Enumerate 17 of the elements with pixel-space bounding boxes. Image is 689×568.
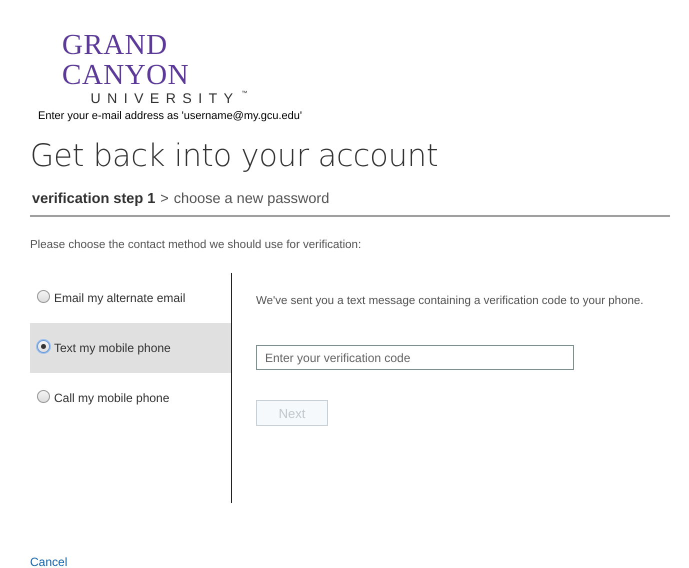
contact-method-option[interactable]: Text my mobile phone (30, 323, 231, 373)
radio-button[interactable] (37, 340, 50, 352)
radio-button[interactable] (37, 290, 50, 302)
contact-method-option[interactable]: Call my mobile phone (30, 373, 231, 423)
sent-code-message: We've sent you a text message containing a verification code to your phone. (256, 295, 644, 307)
page-heading: Get back into your account (30, 138, 438, 174)
logo-subtitle: UNIVERSITY (90, 90, 240, 106)
verification-code-field[interactable]: Enter your verification code (256, 345, 574, 370)
email-format-note: Enter your e-mail address as 'username@my.gcu.edu' (38, 110, 302, 122)
instruction-text: Please choose the contact method we should use for verification: (30, 239, 362, 251)
current-step: verification step 1 (32, 191, 156, 207)
logo-wordmark: GRAND CANYON (62, 30, 190, 90)
cancel-link[interactable]: Cancel (30, 555, 68, 568)
radio-button[interactable] (37, 390, 50, 402)
step-separator: > (160, 191, 169, 207)
contact-method-option[interactable]: Email my alternate email (30, 273, 231, 323)
next-step: choose a new password (174, 191, 330, 207)
